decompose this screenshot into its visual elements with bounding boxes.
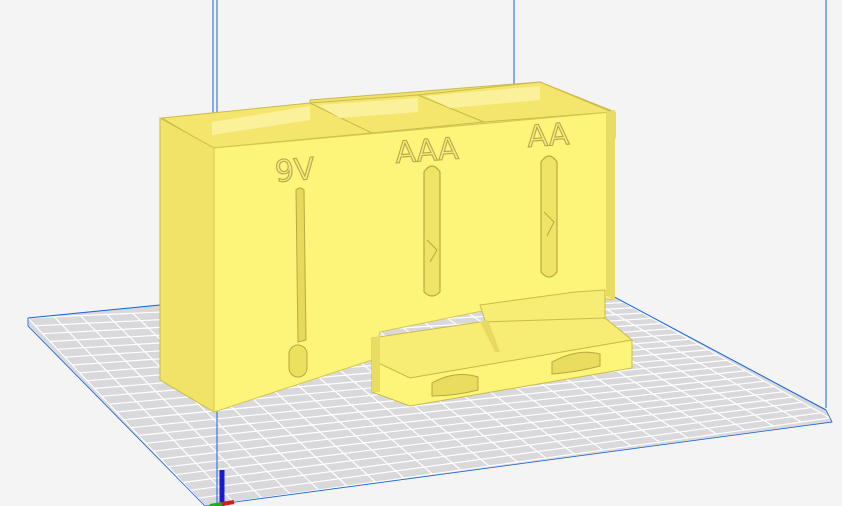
middle-slot: [423, 165, 441, 297]
label-aaa: AAA: [394, 132, 460, 171]
x-axis: [221, 500, 235, 506]
label-aa: AA: [526, 117, 571, 155]
right-slot: [540, 155, 558, 278]
battery-holder-model[interactable]: 9V AAA AA: [159, 81, 634, 413]
label-9v: 9V: [274, 152, 317, 190]
3d-viewport[interactable]: 9V AAA AA: [0, 0, 842, 506]
